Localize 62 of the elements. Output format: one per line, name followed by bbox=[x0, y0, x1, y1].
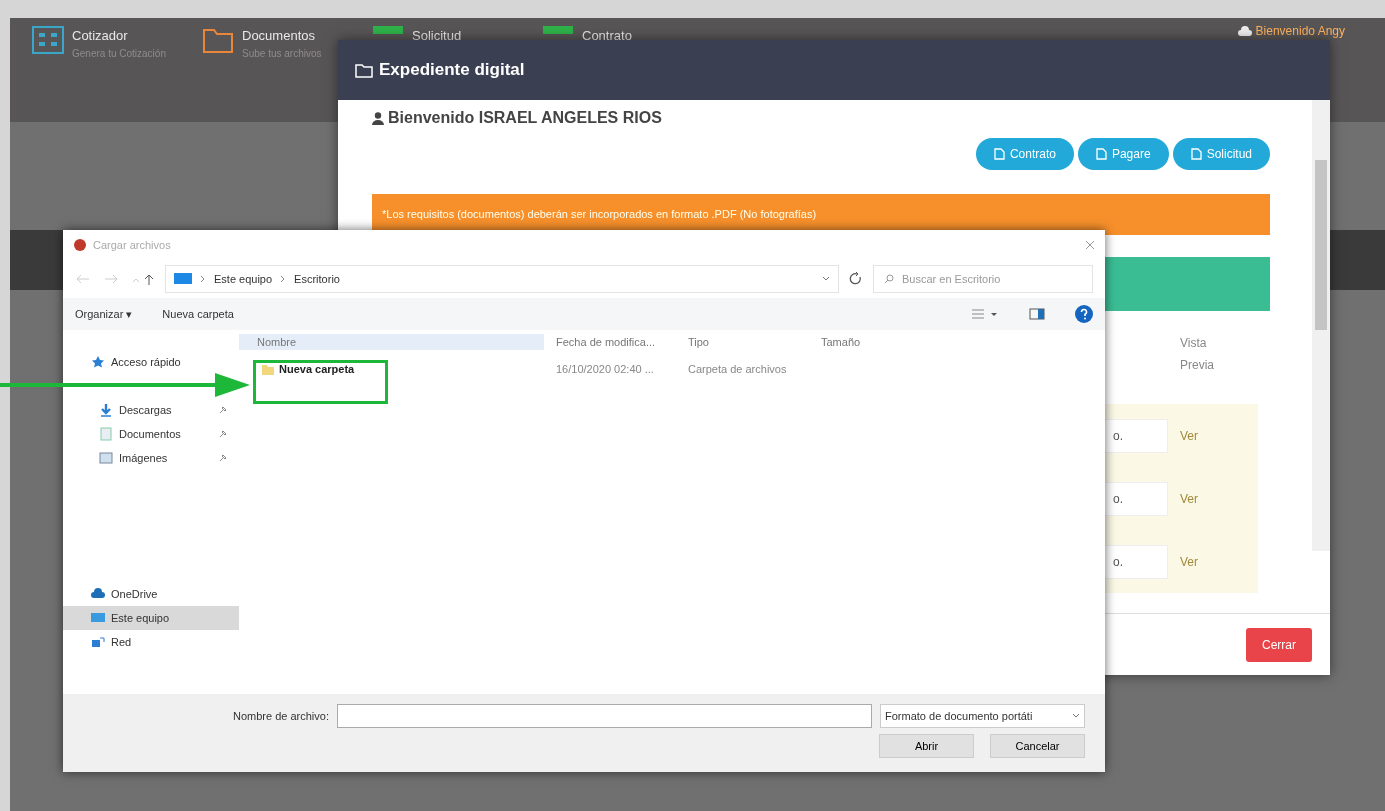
document-icon bbox=[1190, 148, 1202, 160]
file-date: 16/10/2020 02:40 ... bbox=[555, 361, 655, 377]
sidebar-item[interactable]: Imágenes bbox=[63, 446, 239, 470]
scrollbar[interactable] bbox=[1312, 100, 1330, 551]
column-header[interactable]: Tamaño bbox=[809, 333, 889, 351]
dialog-button[interactable]: Abrir bbox=[879, 734, 974, 758]
welcome-text: Bienvenido ISRAEL ANGELES RIOS bbox=[388, 108, 662, 128]
sidebar-item[interactable]: Descargas bbox=[63, 398, 239, 422]
column-header[interactable]: Fecha de modifica... bbox=[544, 333, 676, 351]
dialog-title: Cargar archivos bbox=[93, 237, 171, 253]
sidebar-item[interactable]: OneDrive bbox=[63, 582, 239, 606]
document-icon bbox=[99, 427, 113, 441]
modal-title: Expediente digital bbox=[379, 59, 525, 82]
sidebar-item[interactable]: Documentos bbox=[63, 422, 239, 446]
app-icon bbox=[73, 238, 87, 252]
star-icon bbox=[91, 355, 105, 369]
file-row-name[interactable]: Nueva carpeta bbox=[239, 360, 544, 378]
filename-field[interactable] bbox=[337, 704, 872, 728]
notice-banner: *Los requisitos (documentos) deberán ser incorporados en formato .PDF (No fotografías) bbox=[372, 194, 1270, 235]
cloud-icon bbox=[91, 587, 105, 601]
image-icon bbox=[99, 451, 113, 465]
path-segment[interactable]: Escritorio bbox=[294, 270, 340, 288]
new-folder-button[interactable]: Nueva carpeta bbox=[162, 305, 234, 323]
nav-title[interactable]: Documentos bbox=[242, 26, 322, 46]
dropdown-icon bbox=[822, 276, 830, 282]
computer-icon bbox=[91, 611, 105, 625]
user-greeting[interactable]: Bienvenido Angy bbox=[1255, 22, 1345, 40]
scrollbar-thumb[interactable] bbox=[1315, 160, 1327, 330]
dialog-button[interactable]: Cancelar bbox=[990, 734, 1085, 758]
search-icon bbox=[884, 274, 894, 284]
folder-icon bbox=[355, 62, 373, 78]
sidebar-item[interactable]: Red bbox=[63, 630, 239, 654]
document-icon bbox=[993, 148, 1005, 160]
file-type: Carpeta de archivos bbox=[687, 361, 787, 377]
navigation-arrows-icon bbox=[75, 273, 155, 285]
help-icon bbox=[1075, 305, 1093, 323]
address-bar[interactable]: Este equipo Escritorio bbox=[165, 265, 839, 293]
view-options-icon bbox=[971, 308, 999, 320]
download-icon bbox=[99, 403, 113, 417]
folder-icon bbox=[261, 362, 275, 376]
dropdown-icon bbox=[1072, 713, 1080, 719]
close-icon bbox=[1085, 240, 1095, 250]
sidebar-item[interactable]: Acceso rápido bbox=[63, 350, 239, 374]
chevron-icon bbox=[280, 275, 287, 283]
sidebar-item[interactable]: Este equipo bbox=[63, 606, 239, 630]
organize-menu[interactable]: Organizar ▾ bbox=[75, 305, 133, 323]
close-button[interactable]: Cerrar bbox=[1246, 627, 1312, 662]
computer-icon bbox=[174, 272, 192, 286]
path-segment[interactable]: Este equipo bbox=[214, 270, 273, 288]
preview-pane-icon bbox=[1029, 308, 1045, 320]
refresh-icon bbox=[849, 272, 863, 286]
user-icon bbox=[372, 111, 384, 125]
nav-title[interactable]: Cotizador bbox=[72, 26, 166, 46]
cloud-icon bbox=[1237, 26, 1252, 36]
network-icon bbox=[91, 635, 105, 649]
file-type-select[interactable]: Formato de documento portáti bbox=[880, 704, 1085, 728]
column-header[interactable]: Nombre bbox=[239, 333, 544, 351]
filename-label: Nombre de archivo: bbox=[233, 708, 329, 724]
document-icon bbox=[1095, 148, 1107, 160]
column-header: Vista Previa bbox=[1180, 335, 1215, 374]
chevron-icon bbox=[200, 275, 206, 283]
column-header[interactable]: Tipo bbox=[676, 333, 809, 351]
